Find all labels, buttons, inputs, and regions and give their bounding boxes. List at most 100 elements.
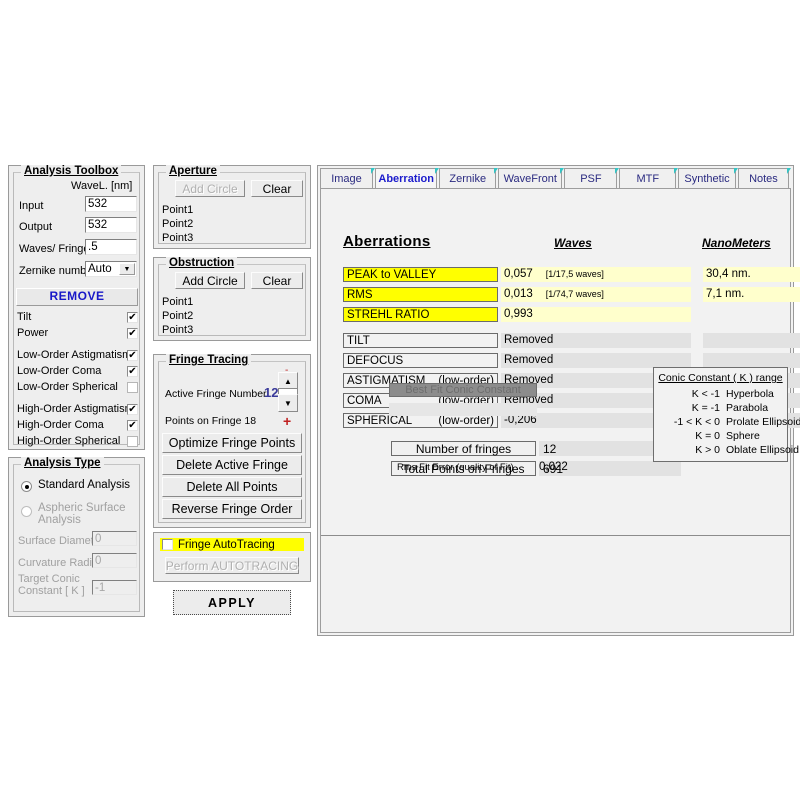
tab-mtf[interactable]: MTF: [619, 168, 676, 188]
aperture-add-circle-button[interactable]: Add Circle: [175, 180, 245, 197]
fringe-autotracing-checkbox[interactable]: [162, 539, 173, 550]
obstruction-point-item[interactable]: Point1: [162, 296, 193, 308]
conic-range: K = 0: [654, 430, 720, 442]
active-fringe-spinner[interactable]: ▲ ▼: [278, 372, 298, 410]
fringe-action-button[interactable]: Delete Active Fringe: [162, 455, 302, 475]
aperture-clear-button[interactable]: Clear: [251, 180, 303, 197]
aberration-tab-body: Aberrations Waves NanoMeters PEAK to VAL…: [320, 188, 791, 633]
output-wavelength-field[interactable]: 532: [85, 217, 137, 233]
apply-button-frame: APPLY: [173, 590, 291, 615]
tab-psf[interactable]: PSF: [564, 168, 617, 188]
remove-button[interactable]: REMOVE: [16, 288, 138, 306]
aspheric-analysis-label-line2: Analysis: [38, 514, 81, 526]
removal-option-label: Power: [17, 327, 48, 339]
aberration-waves-value: 0,013[1/74,7 waves]: [501, 287, 691, 302]
target-conic-field[interactable]: -1: [92, 580, 137, 595]
perform-autotracing-button[interactable]: Perform AUTOTRACING: [165, 557, 299, 574]
wavelength-header: WaveL. [nm]: [71, 180, 132, 192]
best-fit-conic-constant-value: [389, 403, 537, 416]
aberration-nanometers-value: [703, 353, 800, 368]
curvature-radius-field[interactable]: 0: [92, 553, 137, 568]
conic-legend-title: Conic Constant ( K ) range: [654, 372, 787, 384]
nanometers-column-header: NanoMeters: [702, 236, 771, 250]
chevron-down-icon[interactable]: ▼: [119, 263, 135, 275]
rms-fit-error-value: 0,022: [539, 461, 568, 473]
aberration-name: TILT: [343, 333, 498, 348]
fringe-plus-icon[interactable]: +: [283, 413, 291, 429]
table-row: TILTRemoved: [343, 333, 800, 348]
fringe-action-button[interactable]: Delete All Points: [162, 477, 302, 497]
analysis-type-legend: Analysis Type: [21, 457, 104, 469]
results-tabstrip: ImageAberrationZernikeWaveFrontPSFMTFSyn…: [320, 168, 791, 188]
tab-zernike[interactable]: Zernike: [439, 168, 496, 188]
aberration-waves-fraction: [1/74,7 waves]: [546, 289, 604, 299]
tab-wavefront[interactable]: WaveFront: [498, 168, 562, 188]
obstruction-point-item[interactable]: Point2: [162, 310, 193, 322]
removal-option-checkbox[interactable]: ✔: [127, 312, 138, 323]
aperture-point-item[interactable]: Point2: [162, 218, 193, 230]
removal-option-checkbox[interactable]: ✔: [127, 350, 138, 361]
table-row: DEFOCUSRemoved: [343, 353, 800, 368]
aperture-point-item[interactable]: Point1: [162, 204, 193, 216]
aberration-waves-value: 0,057[1/17,5 waves]: [501, 267, 691, 282]
waves-per-fringe-field[interactable]: .5: [85, 239, 137, 255]
aperture-point-item[interactable]: Point3: [162, 232, 193, 244]
target-conic-label-line1: Target Conic: [18, 573, 80, 585]
points-on-fringe-label: Points on Fringe 18: [165, 415, 256, 427]
obstruction-legend: Obstruction: [166, 257, 237, 269]
aberration-waves-value: Removed: [501, 353, 691, 368]
spinner-down-icon[interactable]: ▼: [278, 394, 298, 412]
tab-synthetic[interactable]: Synthetic: [678, 168, 736, 188]
removal-option-checkbox[interactable]: [127, 436, 138, 447]
apply-button[interactable]: APPLY: [173, 590, 291, 615]
aberration-waves-value: 0,993: [501, 307, 691, 322]
removal-option-label: Low-Order Astigmatism: [17, 349, 131, 361]
surface-diameter-field[interactable]: 0: [92, 531, 137, 546]
aberration-name: STREHL RATIO: [343, 307, 498, 322]
analysis-toolbox-legend: Analysis Toolbox: [21, 165, 121, 177]
best-fit-conic-constant-button[interactable]: Best Fit Conic Constant: [389, 383, 537, 397]
obstruction-add-circle-button[interactable]: Add Circle: [175, 272, 245, 289]
tab-aberration[interactable]: Aberration: [375, 168, 437, 188]
zernike-number-value: Auto: [88, 263, 112, 275]
output-label: Output: [19, 221, 52, 233]
removal-option-label: Tilt: [17, 311, 31, 323]
table-row: STREHL RATIO0,993: [343, 307, 800, 322]
aperture-legend: Aperture: [166, 165, 220, 177]
aberration-nanometers-value: [703, 333, 800, 348]
curvature-radius-label: Curvature Radius: [18, 557, 104, 569]
removal-option-checkbox[interactable]: ✔: [127, 328, 138, 339]
rms-fit-error-label: Rms Fit Error (quality of Fit): [397, 462, 514, 473]
fringe-action-button[interactable]: Reverse Fringe Order: [162, 499, 302, 519]
waves-per-fringe-label: Waves/ Fringe: [19, 243, 90, 255]
results-panel: ImageAberrationZernikeWaveFrontPSFMTFSyn…: [317, 165, 794, 636]
aberration-waves-value: Removed: [501, 333, 691, 348]
conic-constant-legend: Conic Constant ( K ) range K < -1Hyperbo…: [653, 367, 788, 462]
conic-legend-row: K > 0Oblate Ellipsoid: [654, 444, 787, 458]
obstruction-point-item[interactable]: Point3: [162, 324, 193, 336]
conic-range: K > 0: [654, 444, 720, 456]
removal-option-label: High-Order Coma: [17, 419, 104, 431]
auto-tracing-panel: Fringe AutoTracing Perform AUTOTRACING: [153, 532, 311, 582]
zernike-number-select[interactable]: Auto ▼: [85, 261, 137, 277]
obstruction-clear-button[interactable]: Clear: [251, 272, 303, 289]
aperture-panel: Aperture Add Circle Clear Point1 Point2 Po…: [153, 165, 311, 249]
removal-option-checkbox[interactable]: ✔: [127, 420, 138, 431]
aspheric-analysis-radio[interactable]: [21, 506, 32, 517]
fringe-tracing-panel: Fringe Tracing Active Fringe Number 12 -…: [153, 354, 311, 528]
fringe-autotracing-label: Fringe AutoTracing: [178, 539, 275, 551]
aspheric-analysis-label-line1: Aspheric Surface: [38, 502, 126, 514]
aberration-name: DEFOCUS: [343, 353, 498, 368]
conic-shape: Parabola: [726, 402, 768, 414]
aberration-nanometers-value: 30,4 nm.: [703, 267, 800, 282]
removal-option-checkbox[interactable]: [127, 382, 138, 393]
removal-option-label: High-Order Spherical: [17, 435, 120, 447]
removal-option-checkbox[interactable]: ✔: [127, 366, 138, 377]
fringe-action-button[interactable]: Optimize Fringe Points: [162, 433, 302, 453]
input-wavelength-field[interactable]: 532: [85, 196, 137, 212]
standard-analysis-radio[interactable]: [21, 481, 32, 492]
tab-image[interactable]: Image: [320, 168, 373, 188]
tab-notes[interactable]: Notes: [738, 168, 789, 188]
removal-option-checkbox[interactable]: ✔: [127, 404, 138, 415]
analysis-toolbox-panel: Analysis Toolbox WaveL. [nm] Input 532 O…: [8, 165, 145, 450]
